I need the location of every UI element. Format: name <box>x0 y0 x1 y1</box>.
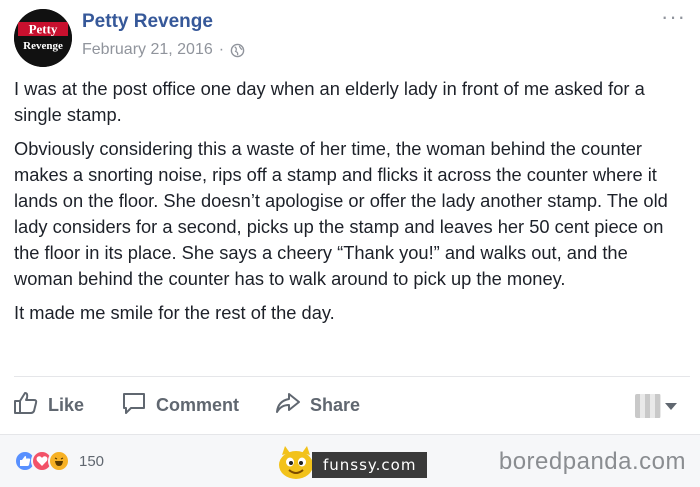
like-label: Like <box>48 394 85 415</box>
caret-down-icon <box>665 402 677 410</box>
commenting-as-selector[interactable] <box>635 394 677 418</box>
page-avatar[interactable]: Petty Revenge <box>14 9 72 67</box>
boredpanda-watermark: boredpanda.com <box>498 448 686 475</box>
share-button[interactable]: Share <box>275 386 360 424</box>
avatar-text-2: Revenge <box>23 40 63 52</box>
post-paragraph-2: Obviously considering this a waste of he… <box>14 138 668 289</box>
facebook-post: Petty Revenge Petty Revenge February 21,… <box>0 0 700 487</box>
more-options-button[interactable]: ··· <box>661 4 686 30</box>
funssy-label: funssy.com <box>312 451 428 478</box>
post-content: I was at the post office one day when an… <box>14 76 690 334</box>
share-label: Share <box>310 394 361 415</box>
page-name-link[interactable]: Petty Revenge <box>82 11 213 33</box>
comment-bubble-icon <box>121 391 156 420</box>
funssy-mascot-icon <box>276 443 316 486</box>
like-thumb-icon <box>13 391 48 420</box>
post-meta: February 21, 2016 · <box>82 41 245 59</box>
haha-reaction-icon <box>48 450 70 472</box>
post-date[interactable]: February 21, 2016 <box>82 41 213 59</box>
reactions-summary[interactable]: 150 <box>14 450 104 472</box>
actions-divider <box>14 376 690 377</box>
like-button[interactable]: Like <box>13 386 84 424</box>
meta-separator: · <box>218 41 225 58</box>
avatar-text-1: Petty <box>29 22 58 37</box>
post-paragraph-3: It made me smile for the rest of the day… <box>14 302 335 323</box>
comment-label: Comment <box>156 394 240 415</box>
post-footer: 150 funssy.com boredpanda.com <box>0 434 700 487</box>
blurred-avatar <box>635 394 661 418</box>
post-paragraph-1: I was at the post office one day when an… <box>14 78 645 125</box>
post-actions: Like Comment Share <box>0 386 700 424</box>
reaction-count: 150 <box>79 452 105 470</box>
share-arrow-icon <box>275 391 310 420</box>
globe-icon <box>230 43 245 58</box>
funssy-watermark: funssy.com <box>276 443 428 486</box>
comment-button[interactable]: Comment <box>121 386 239 424</box>
